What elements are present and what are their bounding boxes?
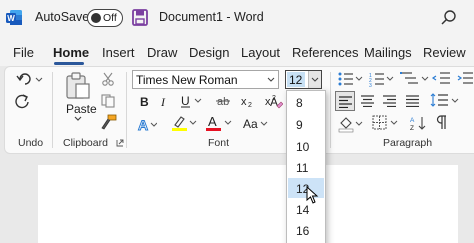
font-size-option[interactable]: 9	[288, 114, 324, 134]
font-size-dropdown-button[interactable]	[308, 71, 321, 88]
search-icon[interactable]	[440, 9, 458, 27]
font-group-label: Font	[208, 137, 230, 149]
save-icon[interactable]	[132, 9, 148, 26]
ribbon-divider	[330, 72, 331, 148]
font-size-option[interactable]: 16	[288, 220, 324, 240]
mouse-cursor-icon	[306, 186, 319, 204]
svg-text:Z: Z	[410, 125, 414, 131]
copy-icon[interactable]	[101, 94, 116, 108]
chevron-down-icon	[311, 77, 319, 82]
autosave-toggle[interactable]: Off	[87, 9, 123, 27]
toggle-knob	[91, 13, 101, 23]
chevron-down-icon[interactable]	[267, 77, 275, 82]
svg-text:I: I	[160, 95, 166, 108]
tab-draw[interactable]: Draw	[147, 45, 177, 60]
align-left-button[interactable]	[335, 91, 355, 111]
ribbon-divider	[126, 72, 127, 148]
svg-text:A: A	[410, 117, 415, 124]
font-name-value: Times New Roman	[136, 73, 238, 87]
clear-formatting-icon[interactable]: A	[269, 94, 283, 110]
tab-insert[interactable]: Insert	[102, 45, 135, 60]
sort-icon[interactable]: A Z	[410, 115, 428, 131]
line-spacing-icon[interactable]	[430, 92, 464, 110]
undo-group-label: Undo	[18, 137, 44, 149]
alignment-buttons	[361, 95, 419, 107]
change-case-button[interactable]: Aa	[243, 117, 258, 131]
title-bar: W AutoSave Off Document1 - Word	[0, 0, 474, 38]
dialog-launcher-icon[interactable]	[116, 139, 124, 147]
tab-review[interactable]: Review	[423, 45, 466, 60]
list-buttons: 1 2 3	[338, 72, 473, 88]
document-title: Document1 - Word	[159, 10, 264, 24]
font-color-icon[interactable]: A	[205, 114, 233, 132]
font-format-buttons: B I U ab x 2 x 2	[140, 94, 276, 108]
active-tab-indicator	[54, 62, 84, 65]
highlight-icon[interactable]	[171, 114, 197, 132]
autosave-state: Off	[103, 12, 117, 24]
font-size-combobox[interactable]: 12	[285, 70, 322, 89]
paste-icon[interactable]	[64, 72, 92, 100]
font-size-option[interactable]: 11	[288, 157, 324, 177]
format-painter-icon[interactable]	[101, 114, 117, 130]
svg-text:A: A	[208, 114, 217, 129]
clipboard-group-label: Clipboard	[63, 137, 108, 149]
word-logo-icon: W	[6, 10, 22, 25]
document-page[interactable]	[38, 165, 458, 243]
svg-text:3: 3	[369, 83, 372, 88]
borders-icon[interactable]	[372, 115, 400, 131]
autosave-label: AutoSave	[35, 10, 90, 24]
paste-label[interactable]: Paste	[66, 102, 97, 116]
chevron-down-icon[interactable]	[74, 116, 82, 122]
svg-text:A: A	[270, 95, 278, 109]
font-name-combobox[interactable]: Times New Roman	[132, 70, 279, 89]
tab-references[interactable]: References	[292, 45, 358, 60]
redo-icon[interactable]	[14, 93, 32, 109]
tab-layout[interactable]: Layout	[241, 45, 280, 60]
paragraph-group-label: Paragraph	[383, 137, 433, 149]
svg-text:2: 2	[248, 102, 252, 108]
svg-text:W: W	[7, 14, 15, 23]
text-effects-icon[interactable]: A	[137, 116, 157, 132]
shading-icon[interactable]	[338, 115, 364, 133]
align-left-icon	[339, 96, 352, 108]
svg-text:B: B	[140, 95, 149, 108]
font-size-option[interactable]: 8	[288, 92, 324, 112]
svg-text:A: A	[138, 117, 148, 132]
show-formatting-icon[interactable]	[436, 115, 448, 130]
tab-home[interactable]: Home	[53, 45, 89, 60]
font-size-value[interactable]: 12	[287, 72, 305, 87]
undo-icon[interactable]	[16, 72, 44, 86]
svg-text:ab: ab	[217, 96, 229, 108]
font-size-option[interactable]: 10	[288, 136, 324, 156]
font-size-dropdown: 8 9 10 11 12 14 16	[286, 90, 326, 243]
tab-design[interactable]: Design	[189, 45, 229, 60]
tab-file[interactable]: File	[13, 45, 34, 60]
tab-mailings[interactable]: Mailings	[364, 45, 412, 60]
svg-text:U: U	[181, 94, 190, 108]
svg-text:x: x	[241, 96, 247, 108]
cut-icon[interactable]	[101, 72, 115, 86]
chevron-down-icon[interactable]	[260, 121, 268, 126]
ribbon-divider	[52, 72, 53, 148]
